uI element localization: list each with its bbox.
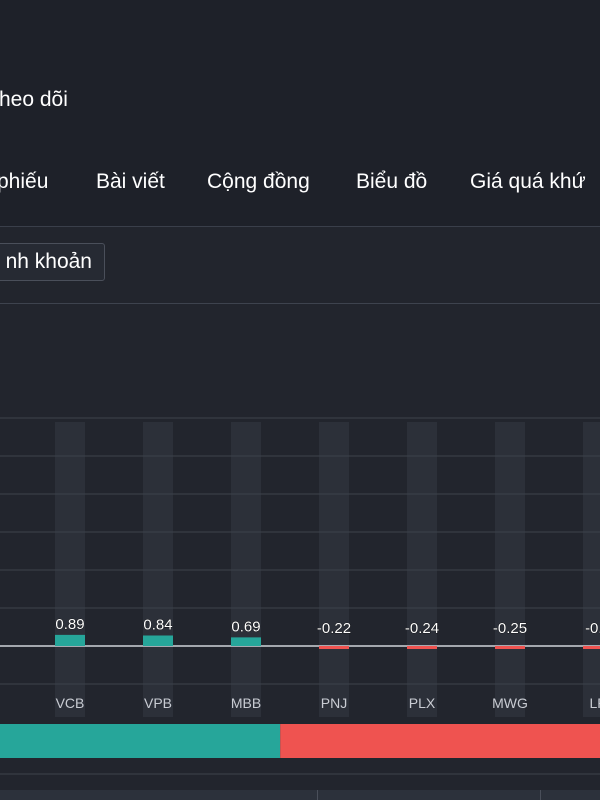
value-label-mwg: -0.25 [493,620,527,637]
tab-articles[interactable]: Bài viết [96,170,165,194]
account-button-label: nh khoản [5,250,92,273]
tab-stocks[interactable]: phiếu [0,170,48,194]
bar-pnj [319,646,349,649]
watchlist-title: heo dõi [0,88,68,111]
bar-plx [407,646,437,649]
bar-mbb [231,637,261,646]
category-label-vpb: VPB [144,695,172,711]
value-label-lp: -0.2 [585,620,600,637]
tab-community[interactable]: Cộng đồng [207,170,310,194]
bottom-strip [0,790,600,800]
app-header: heo dõi phiếu Bài viết Cộng đồng Biểu đồ… [0,0,600,227]
category-label-plx: PLX [409,695,436,711]
header-border [0,226,600,227]
category-labels: VCB VPB MBB PNJ PLX MWG LP [56,695,600,711]
balance-negative [280,724,600,758]
category-label-lp: LP [589,695,600,711]
account-button[interactable]: nh khoản [0,243,105,281]
category-label-mwg: MWG [492,695,528,711]
value-labels: 0.89 0.84 0.69 -0.22 -0.24 -0.25 -0.2 [55,616,600,638]
bar-vpb [143,635,173,646]
value-label-plx: -0.24 [405,620,439,637]
section-divider [0,303,600,304]
bottom-separator [540,790,541,800]
value-label-mbb: 0.69 [231,618,260,635]
bar-mwg [495,646,525,649]
value-label-pnj: -0.22 [317,620,351,637]
bottom-separator [317,790,318,800]
bar-vcb [55,634,85,646]
tab-charts[interactable]: Biểu đồ [356,170,427,194]
category-label-pnj: PNJ [321,695,347,711]
value-label-vcb: 0.89 [55,616,84,633]
category-label-vcb: VCB [56,695,85,711]
stock-impact-chart: 0.89 0.84 0.69 -0.22 -0.24 -0.25 -0.2 VCB VPB MB… [0,417,600,775]
balance-bar [0,724,600,775]
category-label-mbb: MBB [231,695,261,711]
balance-positive [0,724,281,758]
main-tabs: phiếu Bài viết Cộng đồng Biểu đồ Giá quá… [0,166,600,202]
tab-price-history[interactable]: Giá quá khứ [470,170,586,194]
bar-lp [583,646,600,649]
value-label-vpb: 0.84 [143,617,172,634]
